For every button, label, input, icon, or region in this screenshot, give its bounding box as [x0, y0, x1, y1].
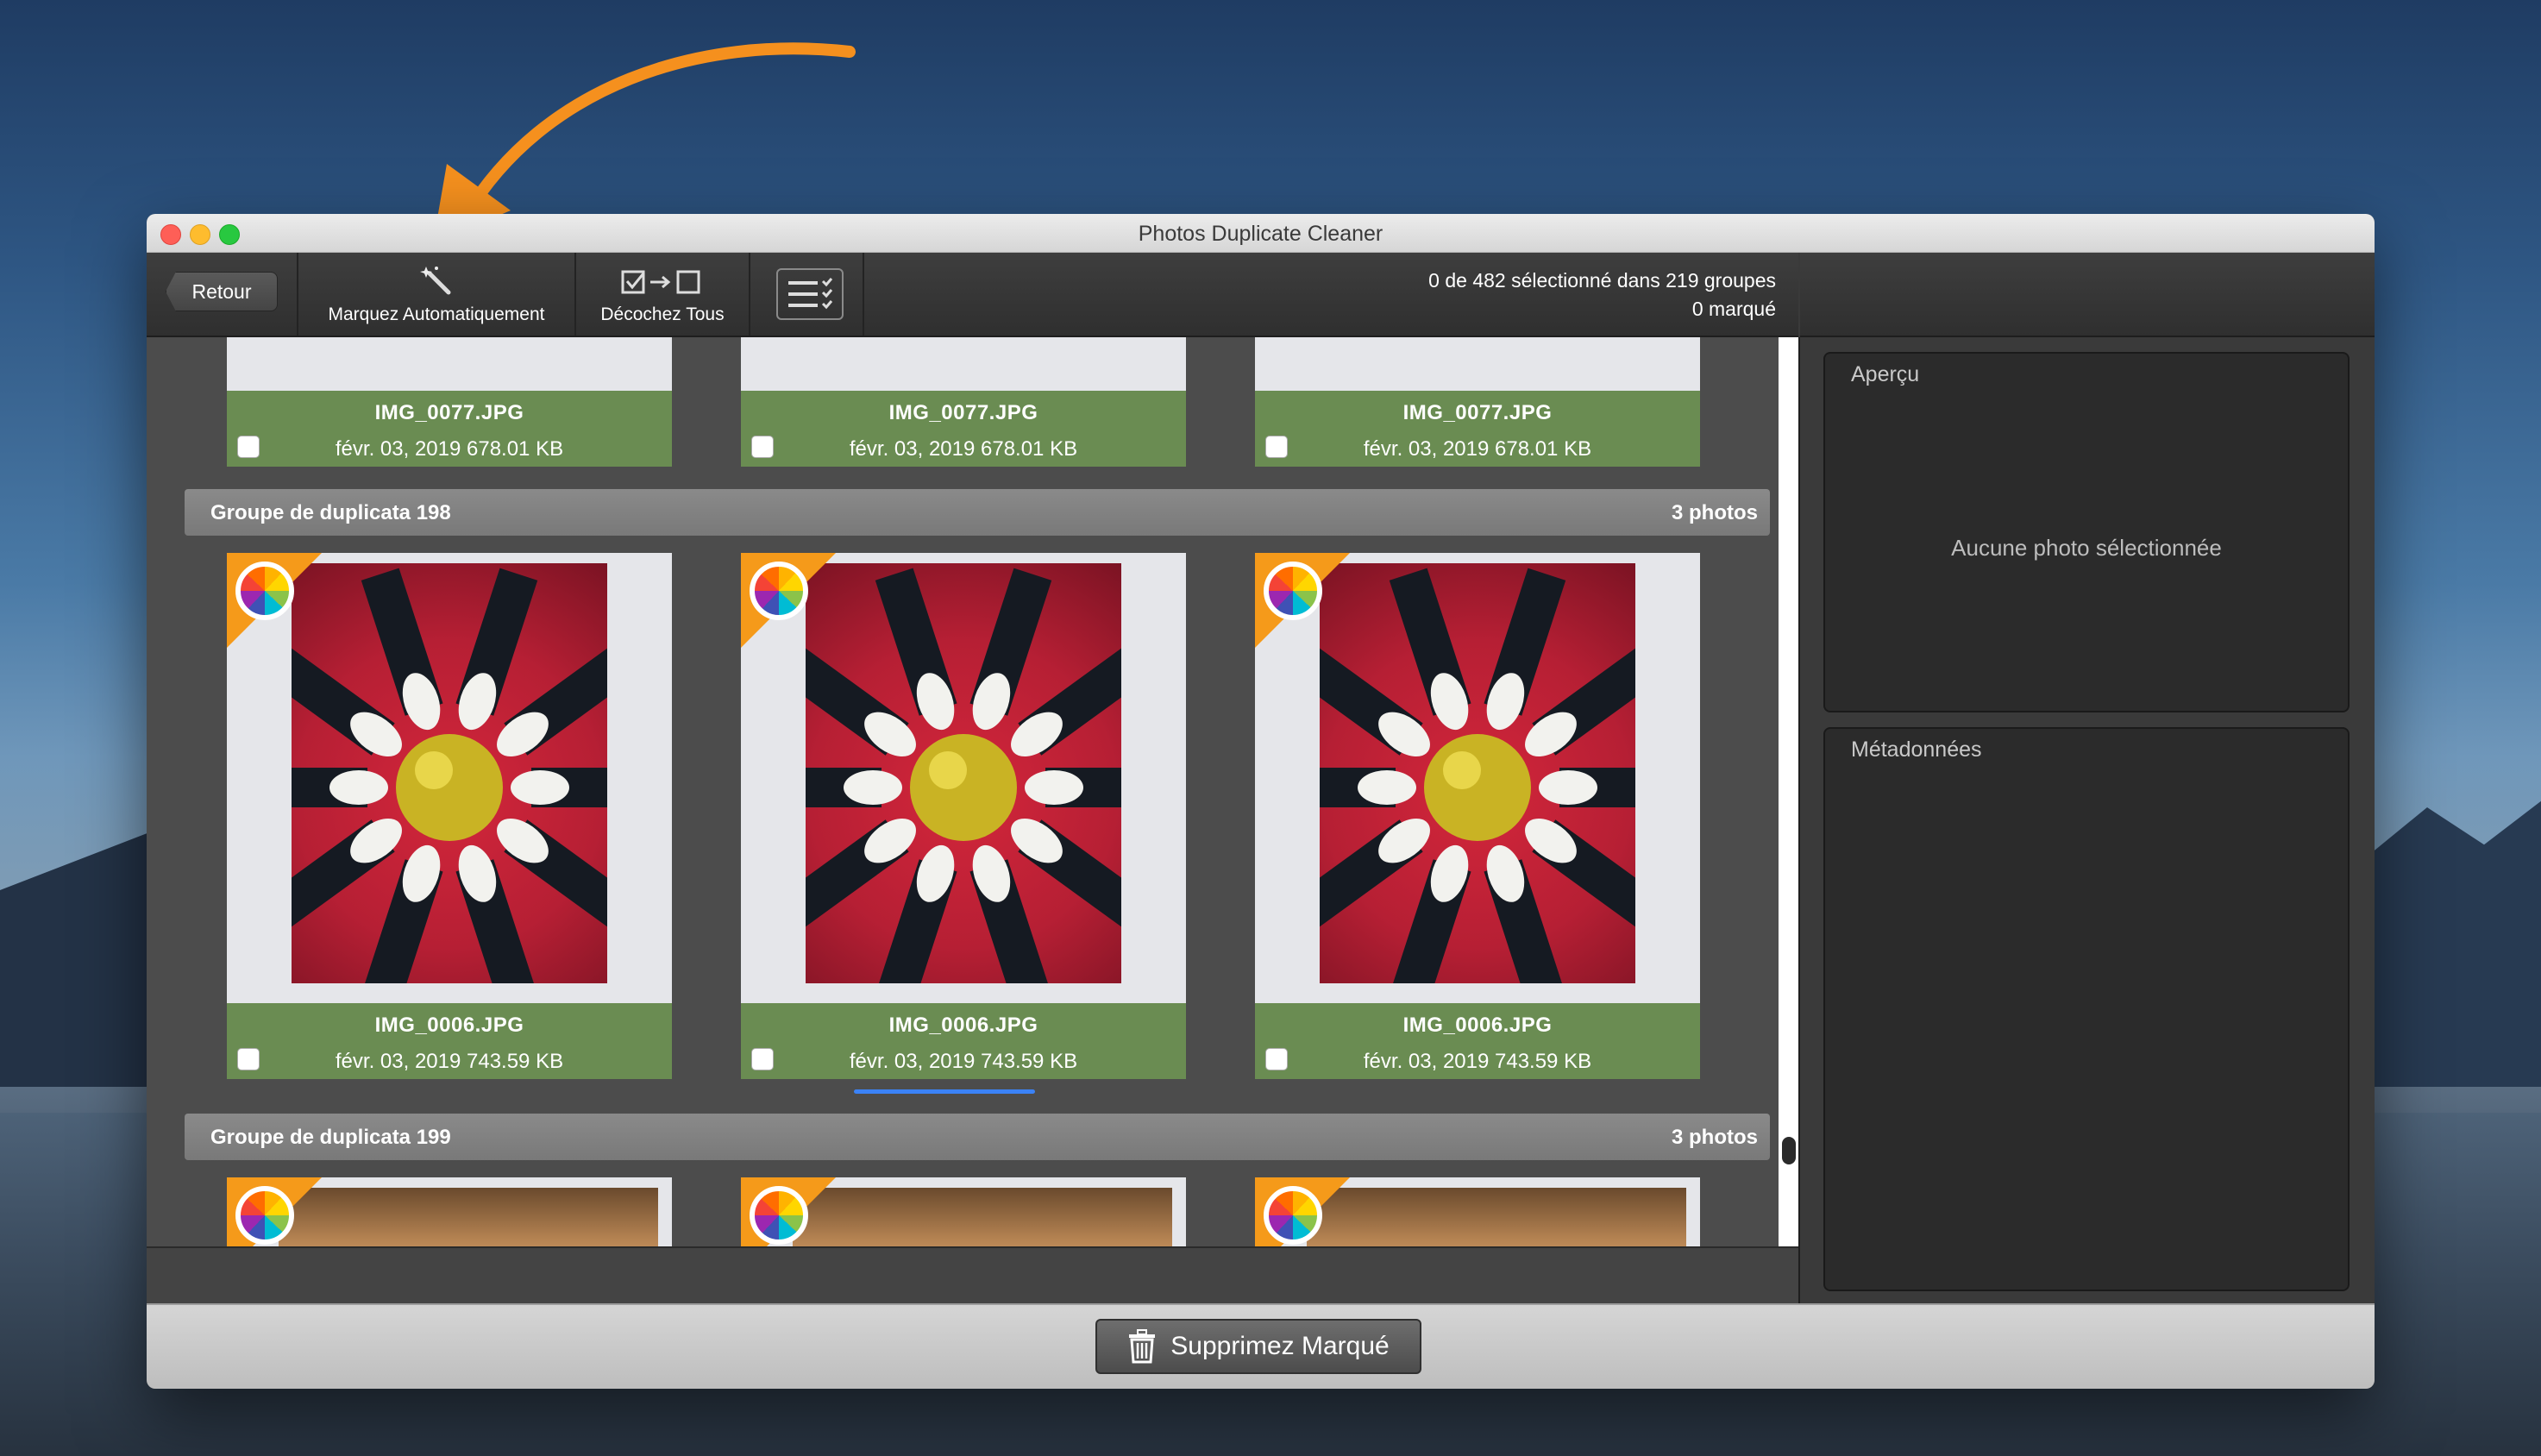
photo-thumbnail: [292, 563, 607, 983]
selection-status: 0 de 482 sélectionné dans 219 groupes 0 …: [1428, 267, 1776, 323]
checklist-icon: [788, 278, 833, 310]
preview-panel: Aperçu Aucune photo sélectionnée: [1823, 352, 2350, 712]
marked-count-text: 0 marqué: [1691, 298, 1776, 320]
photo-checkbox[interactable]: [1265, 436, 1288, 458]
photo-card[interactable]: IMG_0006.JPG févr. 03, 2019 743.59 KB: [1255, 553, 1700, 1079]
auto-mark-label: Marquez Automatiquement: [328, 304, 545, 324]
toolbar-separator: [749, 253, 750, 336]
photo-checkbox[interactable]: [237, 436, 260, 458]
photo-meta: févr. 03, 2019 743.59 KB: [849, 1050, 1078, 1073]
photos-app-icon: [1264, 562, 1322, 620]
photo-card[interactable]: [1255, 1177, 1700, 1246]
delete-marked-label: Supprimez Marqué: [1170, 1332, 1390, 1360]
photo-checkbox[interactable]: [751, 1048, 774, 1070]
photo-filename: IMG_0006.JPG: [888, 1014, 1038, 1037]
uncheck-all-label: Décochez Tous: [600, 304, 725, 324]
metadata-title: Métadonnées: [1851, 737, 1982, 762]
drag-indicator-line: [854, 1089, 1035, 1094]
checklist-view-button[interactable]: [776, 268, 844, 320]
duplicate-group-header[interactable]: Groupe de duplicata 199 3 photos: [185, 1114, 1770, 1160]
photo-checkbox[interactable]: [1265, 1048, 1288, 1070]
checkbox-to-empty-icon: [621, 270, 700, 294]
selection-count-text: 0 de 482 sélectionné dans 219 groupes: [1428, 269, 1776, 292]
scroll-track[interactable]: [1779, 337, 1798, 1246]
photo-thumbnail: [806, 563, 1121, 983]
photo-meta: févr. 03, 2019 743.59 KB: [335, 1050, 564, 1073]
photo-card[interactable]: [741, 1177, 1186, 1246]
background-mountains-right: [2351, 800, 2541, 1087]
photo-thumbnail: [1307, 1188, 1686, 1246]
photo-filename: IMG_0077.JPG: [888, 401, 1038, 424]
photo-thumbnail: [793, 1188, 1172, 1246]
photo-card-info: IMG_0077.JPG févr. 03, 2019 678.01 KB: [741, 391, 1186, 467]
photo-card[interactable]: IMG_0006.JPG févr. 03, 2019 743.59 KB: [741, 553, 1186, 1079]
toolbar: Retour Marquez Automatiquement Décochez …: [147, 253, 1798, 337]
duplicates-list[interactable]: IMG_0077.JPG févr. 03, 2019 678.01 KB IM…: [147, 337, 1798, 1246]
photo-card-info: IMG_0077.JPG févr. 03, 2019 678.01 KB: [1255, 391, 1700, 467]
bottom-bar: Supprimez Marqué: [147, 1303, 2375, 1389]
photo-checkbox[interactable]: [237, 1048, 260, 1070]
photo-checkbox[interactable]: [751, 436, 774, 458]
auto-mark-button[interactable]: Marquez Automatiquement: [298, 253, 574, 336]
title-bar: Photos Duplicate Cleaner: [147, 214, 2375, 253]
group-photo-count: 3 photos: [1672, 1126, 1758, 1149]
uncheck-all-button[interactable]: Décochez Tous: [576, 253, 749, 336]
sidebar-divider: [1798, 337, 1800, 1303]
preview-empty-message: Aucune photo sélectionnée: [1951, 535, 2222, 561]
group-title: Groupe de duplicata 199: [210, 1126, 451, 1149]
photo-thumbnail: [279, 1188, 658, 1246]
photo-card[interactable]: IMG_0077.JPG févr. 03, 2019 678.01 KB: [1255, 337, 1700, 467]
photos-app-icon: [1264, 1186, 1322, 1245]
delete-marked-button[interactable]: Supprimez Marqué: [1095, 1319, 1421, 1374]
metadata-panel: Métadonnées: [1823, 727, 2350, 1291]
duplicate-group-header[interactable]: Groupe de duplicata 198 3 photos: [185, 489, 1770, 536]
photos-app-icon: [750, 1186, 808, 1245]
photo-card-info: IMG_0006.JPG févr. 03, 2019 743.59 KB: [1255, 1003, 1700, 1079]
photo-filename: IMG_0006.JPG: [374, 1014, 524, 1037]
scrollbar-thumb[interactable]: [1782, 1137, 1796, 1164]
group-photo-count: 3 photos: [1672, 501, 1758, 524]
trash-icon: [1129, 1329, 1156, 1364]
window-title: Photos Duplicate Cleaner: [1138, 222, 1383, 246]
photo-meta: févr. 03, 2019 678.01 KB: [849, 437, 1078, 461]
photos-app-icon: [750, 562, 808, 620]
photo-card[interactable]: IMG_0077.JPG févr. 03, 2019 678.01 KB: [227, 337, 672, 467]
photo-meta: févr. 03, 2019 678.01 KB: [1363, 437, 1592, 461]
photo-card[interactable]: IMG_0006.JPG févr. 03, 2019 743.59 KB: [227, 553, 672, 1079]
photo-card[interactable]: IMG_0077.JPG févr. 03, 2019 678.01 KB: [741, 337, 1186, 467]
preview-title: Aperçu: [1851, 362, 1920, 386]
group-title: Groupe de duplicata 198: [210, 501, 451, 524]
magic-wand-icon: [420, 267, 451, 295]
photo-card[interactable]: [227, 1177, 672, 1246]
toolbar-separator: [863, 253, 864, 336]
photo-meta: févr. 03, 2019 743.59 KB: [1363, 1050, 1592, 1073]
back-button[interactable]: Retour: [166, 272, 278, 311]
photo-card-info: IMG_0006.JPG févr. 03, 2019 743.59 KB: [741, 1003, 1186, 1079]
photo-filename: IMG_0077.JPG: [374, 401, 524, 424]
photo-filename: IMG_0077.JPG: [1402, 401, 1553, 424]
list-footer: [147, 1246, 1798, 1305]
photos-app-icon: [235, 1186, 294, 1245]
app-window: Photos Duplicate Cleaner Retour Marquez …: [147, 214, 2375, 1389]
toolbar-right-area: [1800, 253, 2375, 337]
photo-thumbnail: [1320, 563, 1635, 983]
photo-filename: IMG_0006.JPG: [1402, 1014, 1553, 1037]
photo-card-info: IMG_0006.JPG févr. 03, 2019 743.59 KB: [227, 1003, 672, 1079]
photos-app-icon: [235, 562, 294, 620]
photo-card-info: IMG_0077.JPG févr. 03, 2019 678.01 KB: [227, 391, 672, 467]
photo-meta: févr. 03, 2019 678.01 KB: [335, 437, 564, 461]
